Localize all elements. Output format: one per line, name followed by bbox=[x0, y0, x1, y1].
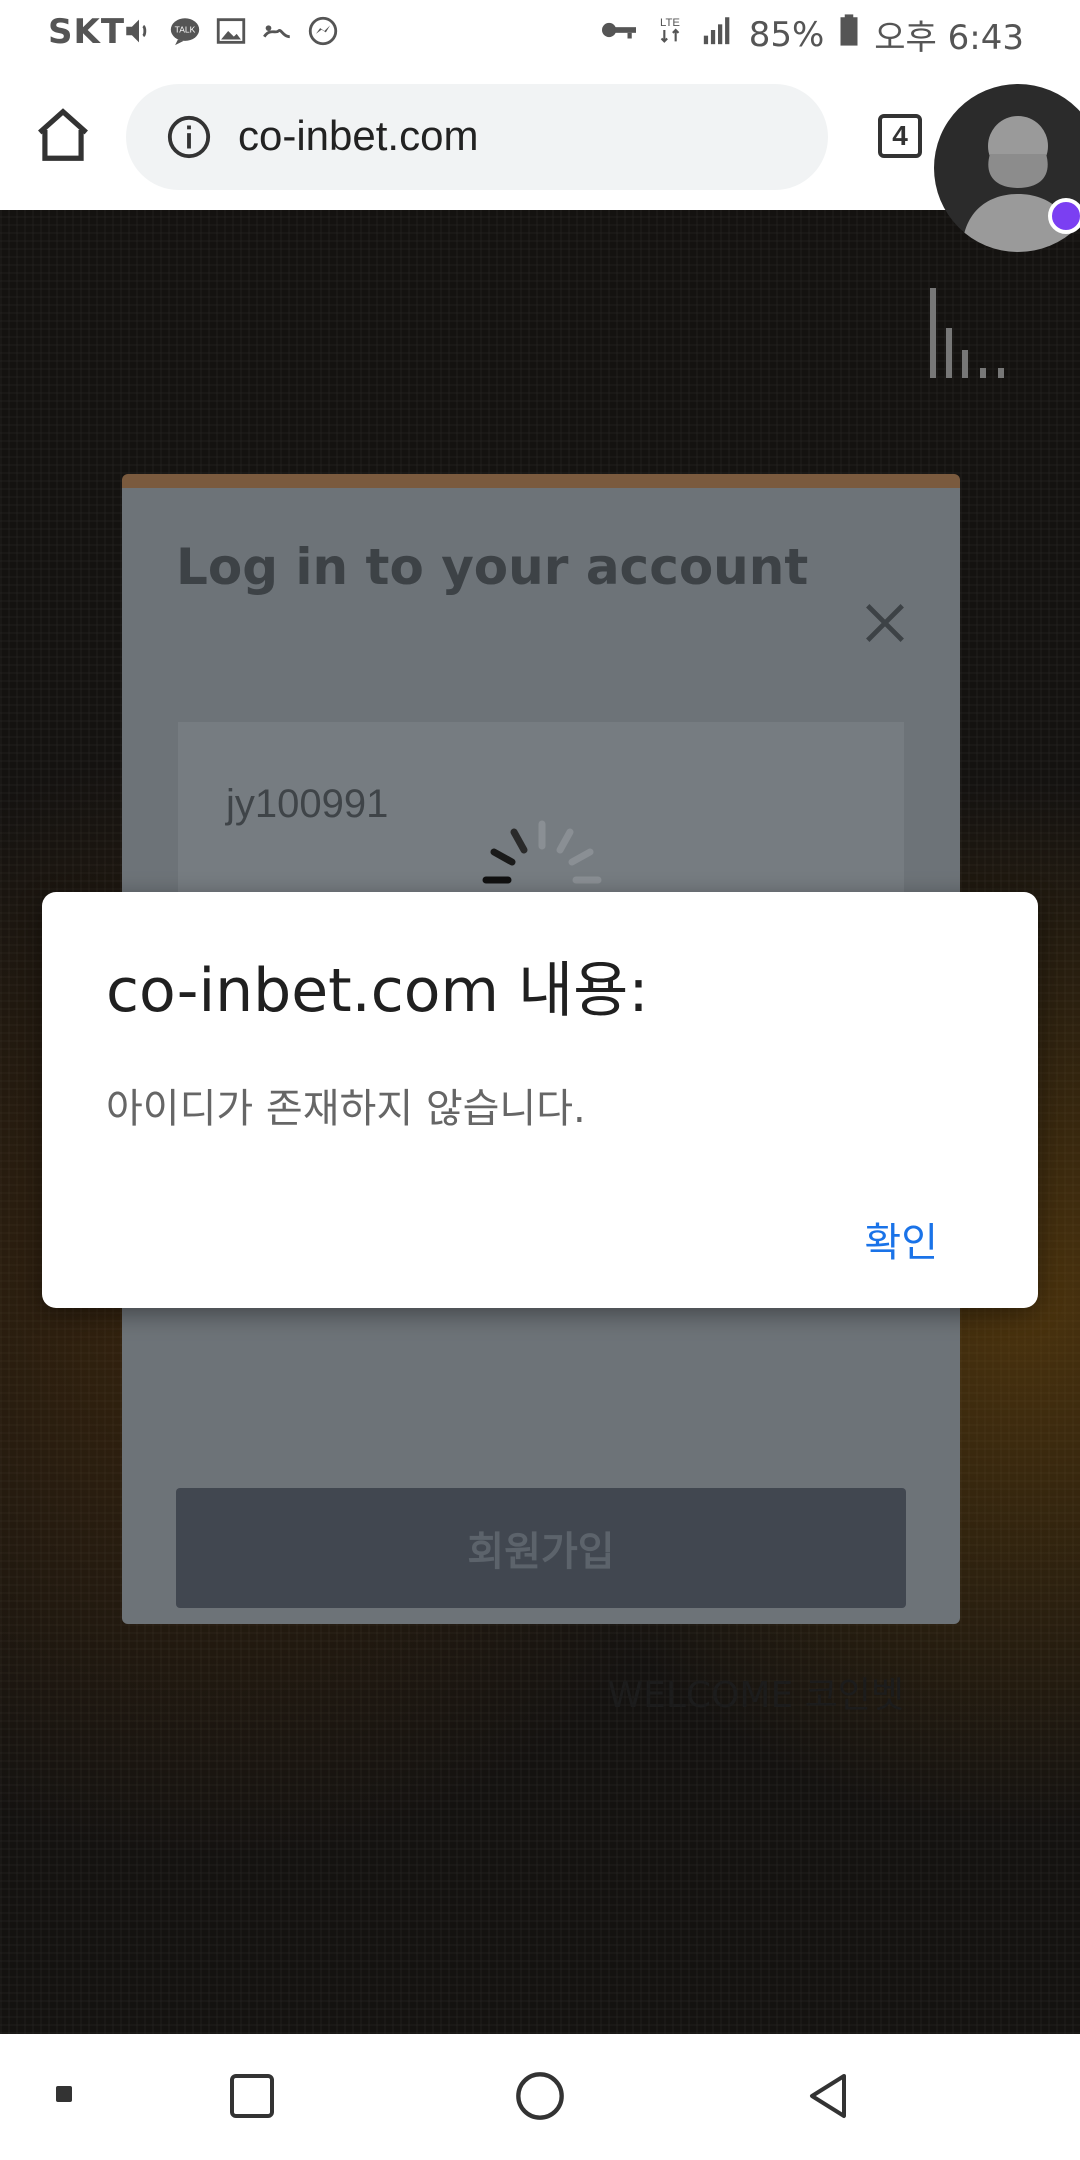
volume-icon bbox=[122, 14, 156, 48]
browser-toolbar: co-inbet.com 4 bbox=[0, 64, 1080, 210]
battery-percent: 85% bbox=[748, 14, 825, 55]
alert-message: 아이디가 존재하지 않습니다. bbox=[106, 1086, 586, 1132]
network-label: LTE bbox=[660, 17, 680, 29]
messenger-icon bbox=[306, 14, 340, 48]
alert-dialog: co-inbet.com 내용: 아이디가 존재하지 않습니다. 확인 bbox=[42, 892, 1038, 1308]
close-icon[interactable] bbox=[862, 600, 908, 646]
notification-icons: TALK bbox=[122, 14, 340, 48]
home-icon bbox=[38, 108, 88, 161]
key-icon bbox=[599, 13, 639, 56]
info-icon[interactable] bbox=[166, 114, 212, 160]
signal-icon bbox=[701, 13, 735, 56]
tab-switcher-button[interactable]: 4 bbox=[878, 114, 922, 158]
app-icon bbox=[260, 14, 294, 48]
home-nav-button[interactable] bbox=[514, 2070, 566, 2126]
dot-icon[interactable] bbox=[56, 2086, 72, 2102]
carrier-label: SKT bbox=[48, 12, 126, 52]
talk-icon: TALK bbox=[168, 14, 202, 48]
welcome-text: WELCOME 코인벳 bbox=[607, 1675, 904, 1716]
phone-screen: SKT TALK LTE 85% 오후 6:43 co-inbet.com 4 … bbox=[0, 0, 1080, 2160]
system-icons: LTE 85% 오후 6:43 bbox=[599, 10, 1024, 59]
signup-button[interactable]: 회원가입 bbox=[176, 1488, 906, 1608]
equalizer-icon[interactable] bbox=[930, 288, 1014, 378]
back-triangle-icon bbox=[810, 2074, 846, 2118]
gallery-icon bbox=[214, 14, 248, 48]
clock-time: 오후 6:43 bbox=[874, 18, 1024, 58]
svg-text:TALK: TALK bbox=[175, 24, 196, 34]
navigation-bar bbox=[0, 2034, 1080, 2160]
home-button[interactable] bbox=[32, 104, 94, 166]
address-bar[interactable]: co-inbet.com bbox=[126, 84, 828, 190]
square-icon bbox=[230, 2074, 274, 2118]
chat-badge-icon bbox=[1048, 198, 1080, 234]
recents-button[interactable] bbox=[228, 2072, 276, 2124]
confirm-button[interactable]: 확인 bbox=[864, 1210, 938, 1268]
battery-icon bbox=[838, 13, 860, 56]
alert-title: co-inbet.com 내용: bbox=[106, 956, 649, 1026]
circle-icon bbox=[516, 2072, 564, 2120]
login-title: Log in to your account bbox=[176, 538, 809, 596]
lte-icon: LTE bbox=[653, 13, 687, 56]
status-bar: SKT TALK LTE 85% 오후 6:43 bbox=[0, 0, 1080, 64]
back-button[interactable] bbox=[804, 2070, 852, 2126]
url-text[interactable]: co-inbet.com bbox=[238, 112, 478, 160]
